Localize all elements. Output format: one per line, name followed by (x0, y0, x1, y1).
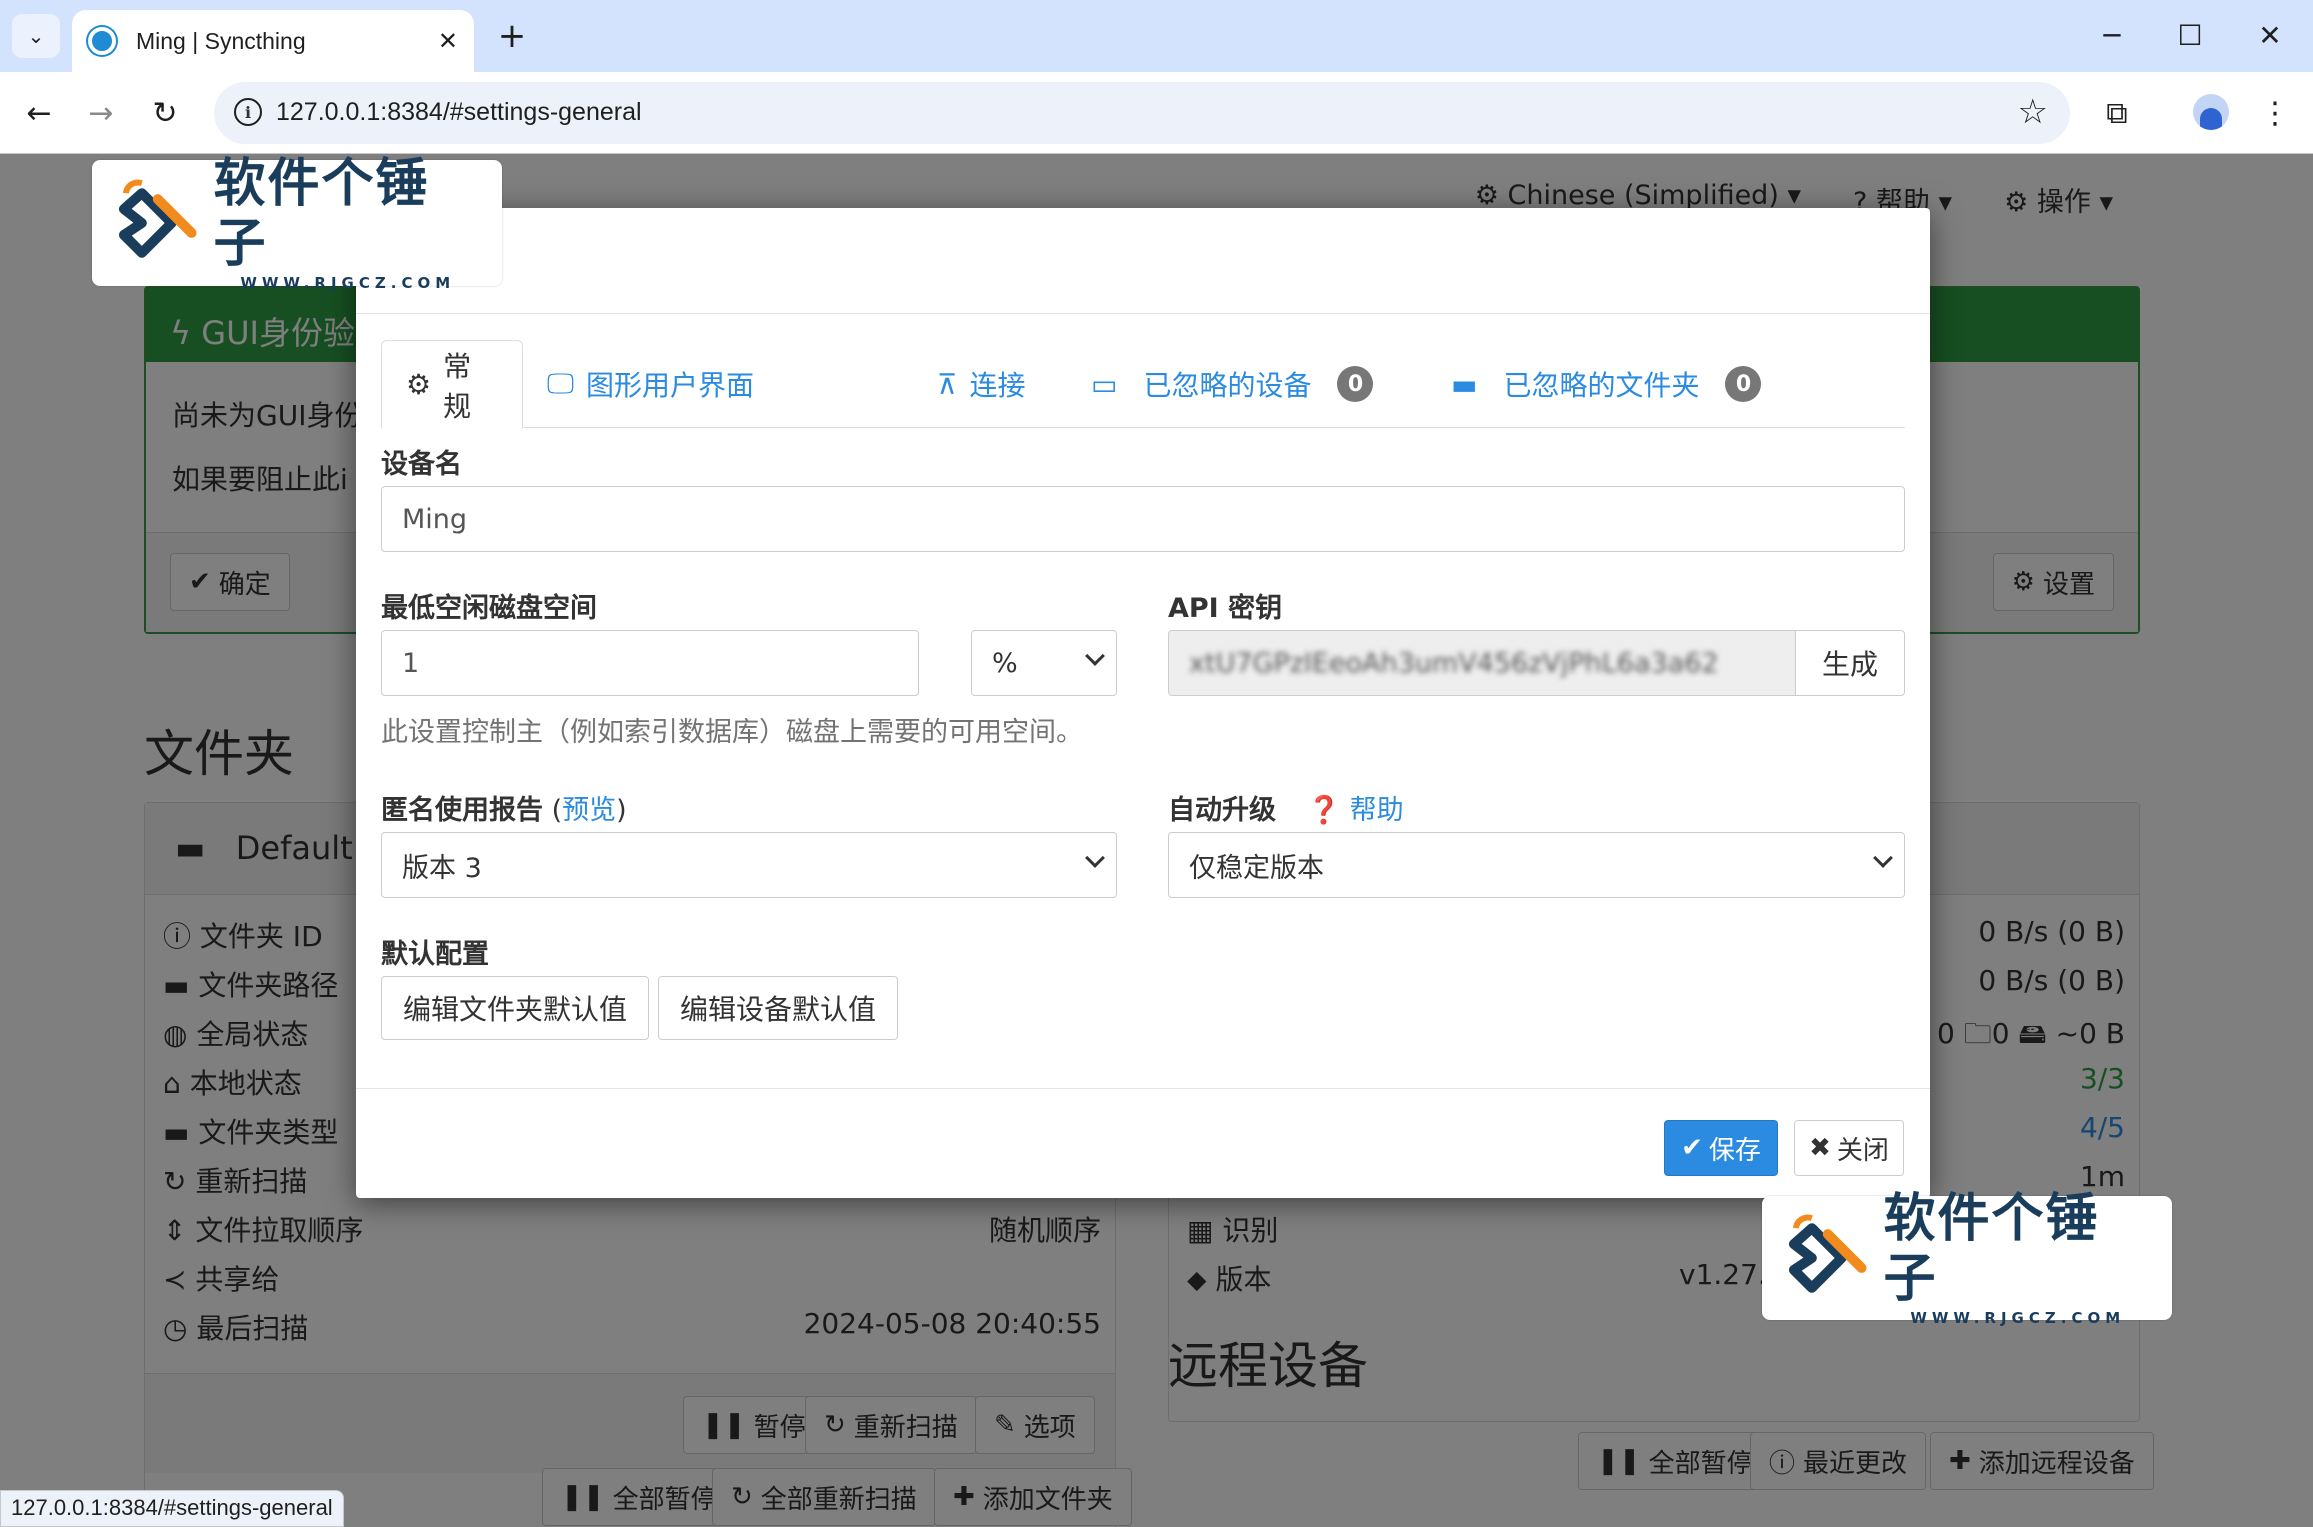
min-disk-input[interactable]: 1 (381, 630, 919, 696)
chevron-down-icon (1085, 646, 1105, 666)
watermark-main-text: 软件个锤子 (1883, 1189, 2100, 1309)
tab-ignored-devices[interactable]: ▭ 已忽略的设备 0 (1067, 340, 1397, 428)
chevron-down-icon (1085, 848, 1105, 868)
browser-toolbar: ← → ↻ i 127.0.0.1:8384/#settings-general… (0, 72, 2313, 154)
site-info-icon[interactable]: i (234, 98, 262, 126)
reload-button[interactable]: ↻ (142, 90, 188, 136)
link-status-bar: 127.0.0.1:8384/#settings-general (0, 1490, 344, 1527)
forward-button[interactable]: → (78, 90, 124, 136)
usage-report-select[interactable]: 版本 3 (381, 832, 1117, 898)
edit-folder-defaults-button[interactable]: 编辑文件夹默认值 (381, 976, 649, 1040)
browser-tab[interactable]: Ming | Syncthing ✕ (72, 10, 474, 72)
usage-report-label: 匿名使用报告 (预览) (381, 795, 627, 826)
address-bar[interactable]: i 127.0.0.1:8384/#settings-general ☆ (214, 82, 2070, 144)
settings-tabs: ⚙ 常规 🖵 图形用户界面 ⊼ 连接 ▭ 已忽略的设备 0 ▬ 已忽略的文件夹 0 (381, 340, 1905, 429)
generate-api-key-button[interactable]: 生成 (1795, 630, 1905, 696)
gear-icon: ⚙ (406, 368, 432, 401)
auto-upgrade-select[interactable]: 仅稳定版本 (1168, 832, 1905, 898)
device-name-label: 设备名 (381, 449, 462, 480)
close-button[interactable]: ✖ 关闭 (1794, 1120, 1904, 1176)
hammer-logo-icon (118, 179, 197, 258)
watermark-logo-bottom: 软件个锤子 WWW.RJGCZ.COM (1762, 1189, 2172, 1327)
auto-upgrade-help-link[interactable]: ❓ 帮助 (1307, 795, 1403, 826)
close-tab-icon[interactable]: ✕ (438, 27, 458, 55)
ignored-folders-badge: 0 (1725, 366, 1762, 402)
ignored-devices-badge: 0 (1337, 366, 1374, 402)
device-name-input[interactable]: Ming (381, 486, 1905, 552)
min-disk-label: 最低空闲磁盘空间 (381, 593, 597, 624)
hammer-logo-icon (1788, 1214, 1867, 1293)
save-button[interactable]: ✔ 保存 (1664, 1120, 1778, 1176)
watermark-sub-text: WWW.RJGCZ.COM (240, 274, 456, 292)
tab-gui[interactable]: 🖵 图形用户界面 (523, 340, 778, 428)
auto-upgrade-label: 自动升级 ❓ 帮助 (1168, 795, 1404, 826)
close-icon: ✖ (1809, 1133, 1831, 1163)
api-key-input[interactable]: xtU7GPzIEeoAh3umV456zVjPhL6a3a62 (1168, 630, 1796, 696)
new-tab-button[interactable]: + (490, 14, 534, 58)
usage-preview-link[interactable]: 预览 (562, 795, 616, 826)
window-close-button[interactable]: ✕ (2240, 10, 2300, 60)
defaults-label: 默认配置 (381, 939, 489, 970)
tab-ignored-folders[interactable]: ▬ 已忽略的文件夹 0 (1427, 340, 1785, 428)
edit-device-defaults-button[interactable]: 编辑设备默认值 (658, 976, 898, 1040)
sitemap-icon: ⊼ (937, 367, 958, 401)
syncthing-favicon-icon (88, 27, 116, 55)
extensions-icon[interactable]: ⧉ (2094, 90, 2140, 136)
laptop-icon: ▭ (1091, 367, 1118, 401)
back-button[interactable]: ← (16, 90, 62, 136)
chevron-down-icon (1873, 848, 1893, 868)
browser-titlebar: ⌄ Ming | Syncthing ✕ + ─ ☐ ✕ (0, 0, 2313, 72)
api-key-label: API 密钥 (1168, 593, 1283, 624)
tab-search-button[interactable]: ⌄ (12, 14, 60, 58)
watermark-sub-text: WWW.RJGCZ.COM (1910, 1309, 2126, 1327)
check-icon: ✔ (1681, 1133, 1703, 1163)
question-circle-icon: ❓ (1307, 795, 1342, 826)
minimize-button[interactable]: ─ (2082, 10, 2142, 60)
modal-footer: ✔ 保存 ✖ 关闭 (356, 1088, 1930, 1198)
modal-header (356, 208, 1930, 314)
chevron-down-icon: ⌄ (27, 24, 45, 48)
desktop-icon: 🖵 (547, 367, 574, 400)
min-disk-unit-select[interactable]: % (971, 630, 1117, 696)
bookmark-star-icon[interactable]: ☆ (2018, 92, 2048, 132)
watermark-main-text: 软件个锤子 (213, 154, 430, 274)
settings-modal: ⚙ 常规 🖵 图形用户界面 ⊼ 连接 ▭ 已忽略的设备 0 ▬ 已忽略的文件夹 0 设备名 M… (356, 208, 1930, 1198)
tab-title: Ming | Syncthing (136, 27, 306, 54)
tab-general[interactable]: ⚙ 常规 (381, 340, 523, 429)
profile-avatar[interactable] (2193, 94, 2229, 130)
folder-icon: ▬ (1451, 367, 1478, 401)
more-menu-icon[interactable]: ⋮ (2252, 90, 2298, 136)
tab-connections[interactable]: ⊼ 连接 (913, 340, 1050, 428)
watermark-logo-top: 软件个锤子 WWW.RJGCZ.COM (92, 154, 502, 292)
url-text: 127.0.0.1:8384/#settings-general (276, 98, 642, 126)
maximize-button[interactable]: ☐ (2160, 10, 2220, 60)
min-disk-help: 此设置控制主（例如索引数据库）磁盘上需要的可用空间。 (381, 717, 1083, 748)
